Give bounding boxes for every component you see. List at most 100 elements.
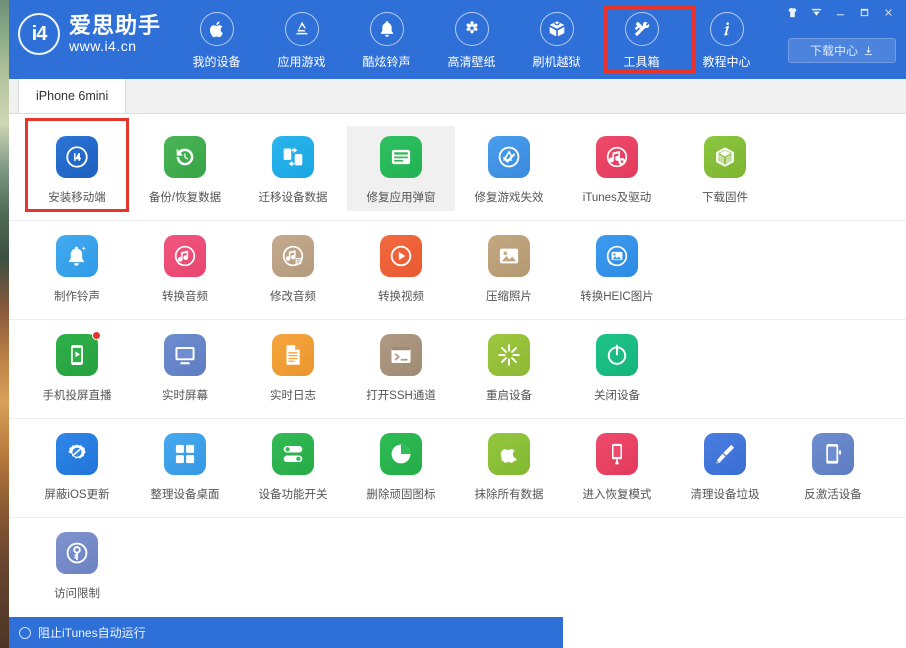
grid-desktop-icon [164,433,206,475]
tool-item-label: 修复游戏失效 [474,192,544,204]
download-arrow-icon [864,46,873,56]
block-itunes-autorun-toggle[interactable]: 阻止iTunes自动运行 [19,624,146,641]
clean-broom-icon [704,433,746,475]
tool-item-i4-app[interactable]: 安装移动端 [23,126,131,211]
log-document-icon [272,334,314,376]
recovery-mode-icon [596,433,638,475]
block-ios-update-icon [56,433,98,475]
tool-item-reboot-burst[interactable]: 重启设备 [455,324,563,409]
nav-item-6[interactable]: 工具箱 [599,8,684,70]
tool-item-convert-video[interactable]: 转换视频 [347,225,455,310]
notification-badge [92,331,101,340]
tool-item-appleid-card[interactable]: 修复应用弹窗 [347,126,455,211]
download-center-button[interactable]: 下载中心 [788,38,896,63]
nav-item-label: 我的设备 [192,55,241,69]
tool-item-label: 屏蔽iOS更新 [44,489,110,501]
i4-app-icon [56,136,98,178]
close-icon[interactable] [878,4,899,21]
tool-item-firmware-cube[interactable]: 下载固件 [671,126,779,211]
nav-item-label: 教程中心 [702,55,751,69]
tool-item-ssh-terminal[interactable]: 打开SSH通道 [347,324,455,409]
nav-item-5[interactable]: 刷机越狱 [514,8,599,70]
tool-item-grid-desktop[interactable]: 整理设备桌面 [131,423,239,508]
brand-url: www.i4.cn [69,38,137,55]
nav-item-label: 酷炫铃声 [362,55,411,69]
tool-item-itunes-gear[interactable]: iTunes及驱动 [563,126,671,211]
menu-chevron-icon[interactable] [806,4,827,21]
tool-item-access-restriction-key[interactable]: 访问限制 [23,522,131,607]
tool-item-backup-restore[interactable]: 备份/恢复数据 [131,126,239,211]
tool-item-make-ringtone-bell[interactable]: 制作铃声 [23,225,131,310]
desktop-wallpaper-strip [0,0,9,648]
tool-item-deactivate-device[interactable]: 反激活设备 [779,423,887,508]
deactivate-device-icon [812,433,854,475]
tool-item-erase-apple[interactable]: 抹除所有数据 [455,423,563,508]
tool-item-label: 手机投屏直播 [42,390,112,402]
nav-item-1[interactable]: 我的设备 [174,8,259,70]
minimize-icon[interactable] [830,4,851,21]
erase-apple-icon [488,433,530,475]
tool-item-label: 压缩照片 [486,291,532,303]
tool-item-clean-broom[interactable]: 清理设备垃圾 [671,423,779,508]
skin-icon[interactable] [782,4,803,21]
tool-item-pie-clock[interactable]: 删除顽固图标 [347,423,455,508]
download-center-label: 下载中心 [809,44,858,58]
block-itunes-autorun-label: 阻止iTunes自动运行 [38,626,146,640]
tool-item-compress-photo[interactable]: 压缩照片 [455,225,563,310]
tool-item-appstore-check[interactable]: 修复游戏失效 [455,126,563,211]
pie-clock-icon [380,433,422,475]
tool-item-label: 下载固件 [702,192,748,204]
apple-icon [199,12,234,46]
tool-item-label: 访问限制 [54,588,100,600]
i4-assistant-window: i4 爱思助手 www.i4.cn 我的设备 应用游戏 酷炫铃声 高清壁纸 刷机越狱 工具… [9,0,906,648]
info-icon [709,12,744,46]
tool-item-recovery-mode[interactable]: 进入恢复模式 [563,423,671,508]
nav-item-3[interactable]: 酷炫铃声 [344,8,429,70]
tool-item-label: 转换HEIC图片 [580,291,654,303]
tool-item-label: 删除顽固图标 [366,489,436,501]
tool-item-edit-audio[interactable]: 修改音频 [239,225,347,310]
wrench-tools-icon [624,12,659,46]
nav-item-4[interactable]: 高清壁纸 [429,8,514,70]
tool-item-log-document[interactable]: 实时日志 [239,324,347,409]
radio-circle-icon [19,626,31,639]
nav-item-7[interactable]: 教程中心 [684,8,769,70]
tool-row-4: 屏蔽iOS更新 整理设备桌面 设备功能开关 删除顽固图标 抹除所有数据 进入恢复模式 清理设… [9,419,906,518]
nav-item-2[interactable]: 应用游戏 [259,8,344,70]
tool-item-convert-audio[interactable]: 转换音频 [131,225,239,310]
convert-video-icon [380,235,422,277]
tool-item-label: 修复应用弹窗 [366,192,436,204]
compress-photo-icon [488,235,530,277]
toggle-switches-icon [272,433,314,475]
tool-item-label: 打开SSH通道 [366,390,436,402]
nav-item-label: 刷机越狱 [532,55,581,69]
brand-text: 爱思助手 www.i4.cn [69,14,161,54]
bottom-white-panel [563,580,906,648]
toolbox-grid: 安装移动端 备份/恢复数据 迁移设备数据 修复应用弹窗 修复游戏失效 iTunes及驱动 下… [9,114,906,617]
maximize-icon[interactable] [854,4,875,21]
i4-logo-text: i4 [31,22,48,45]
tool-item-label: 转换音频 [162,291,208,303]
appleid-card-icon [380,136,422,178]
nav-item-label: 工具箱 [623,55,660,69]
app-header: i4 爱思助手 www.i4.cn 我的设备 应用游戏 酷炫铃声 高清壁纸 刷机越狱 工具… [9,0,906,79]
tab-iphone-6mini[interactable]: iPhone 6mini [18,79,127,113]
tool-item-label: 清理设备垃圾 [690,489,760,501]
itunes-gear-icon [596,136,638,178]
access-restriction-key-icon [56,532,98,574]
tool-item-label: 重启设备 [486,390,532,402]
power-off-icon [596,334,638,376]
tool-item-block-ios-update[interactable]: 屏蔽iOS更新 [23,423,131,508]
brand-logo-group[interactable]: i4 爱思助手 www.i4.cn [18,13,161,55]
tool-item-label: 进入恢复模式 [582,489,652,501]
brand-name: 爱思助手 [69,13,162,39]
tool-item-device-transfer[interactable]: 迁移设备数据 [239,126,347,211]
tool-item-convert-heic[interactable]: 转换HEIC图片 [563,225,671,310]
tool-item-monitor[interactable]: 实时屏幕 [131,324,239,409]
tool-item-label: 转换视频 [378,291,424,303]
tool-item-power-off[interactable]: 关闭设备 [563,324,671,409]
tool-item-screen-cast-live[interactable]: 手机投屏直播 [23,324,131,409]
tool-row-2: 制作铃声 转换音频 修改音频 转换视频 压缩照片 转换HEIC图片 [9,221,906,320]
convert-heic-icon [596,235,638,277]
tool-item-toggle-switches[interactable]: 设备功能开关 [239,423,347,508]
